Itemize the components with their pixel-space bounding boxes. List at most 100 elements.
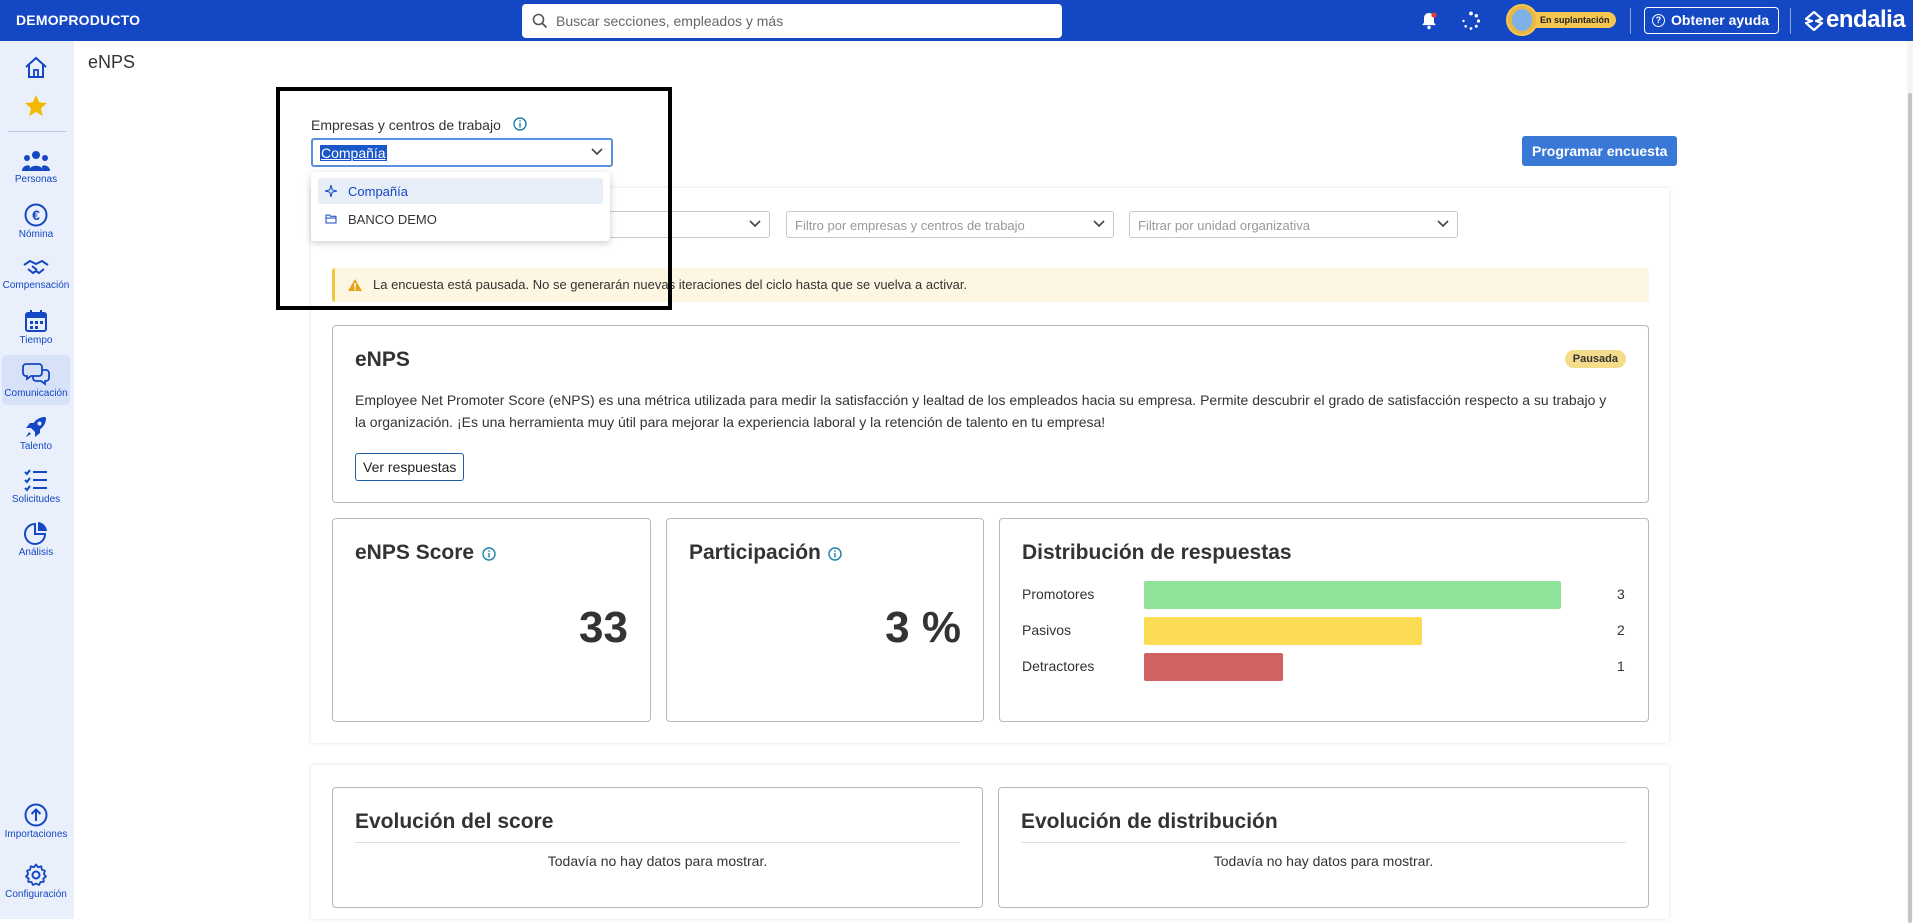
search-input[interactable]: [556, 8, 1046, 34]
euro-icon: €: [24, 203, 48, 227]
sidebar-item-importaciones[interactable]: Importaciones: [2, 796, 70, 846]
chevron-down-icon: [1093, 220, 1105, 228]
pie-chart-icon: [24, 522, 47, 545]
info-icon[interactable]: [828, 547, 842, 561]
distribution-evolution-title: Evolución de distribución: [1021, 810, 1278, 833]
filter-placeholder: Filtrar por unidad organizativa: [1138, 218, 1310, 233]
paused-alert: La encuesta está pausada. No se generará…: [332, 268, 1649, 302]
sidebar-item-configuracion[interactable]: Configuración: [2, 856, 70, 906]
scrollbar[interactable]: [1907, 41, 1913, 923]
enps-score-value: 33: [579, 603, 628, 652]
sidebar-item-compensacion[interactable]: Compensación: [2, 249, 70, 299]
sidebar-item-label: Comunicación: [4, 388, 68, 399]
folder-icon: [325, 214, 337, 224]
divider: [1021, 842, 1626, 843]
distribution-count: 1: [1617, 658, 1625, 674]
sidebar-item-label: Importaciones: [4, 829, 68, 840]
company-name: DEMOPRODUCTO: [16, 12, 141, 28]
sidebar-item-label: Análisis: [18, 547, 54, 558]
distribution-title: Distribución de respuestas: [1022, 541, 1292, 564]
score-evolution-card: Evolución del score Todavía no hay datos…: [332, 787, 983, 908]
company-selector-value[interactable]: Compañía: [320, 145, 387, 161]
bell-icon[interactable]: [1418, 10, 1440, 32]
sidebar-item-label: Nómina: [18, 229, 54, 240]
help-button[interactable]: ? Obtener ayuda: [1644, 7, 1780, 34]
chevron-down-icon: [591, 148, 603, 156]
sidebar-item-talento[interactable]: Talento: [2, 408, 70, 458]
sidebar-item-label: Personas: [14, 174, 58, 185]
company-option[interactable]: Compañía: [318, 178, 603, 204]
company-option[interactable]: BANCO DEMO: [318, 206, 603, 232]
sidebar-item-label: Configuración: [5, 889, 67, 900]
sidebar-item-label: Solicitudes: [11, 494, 61, 505]
top-bar: DEMOPRODUCTO En suplantación ? Obtener ay…: [0, 0, 1913, 41]
enps-card: eNPS Pausada Employee Net Promoter Score…: [332, 325, 1649, 503]
search-box[interactable]: [522, 4, 1062, 38]
sidebar: Personas € Nómina Compensación Tiempo Co…: [0, 41, 74, 919]
participation-card: Participación 3 %: [666, 518, 984, 722]
home-icon: [25, 56, 47, 78]
logo-text: endalia: [1826, 6, 1906, 33]
enps-card-title: eNPS: [355, 348, 410, 371]
alert-text: La encuesta está pausada. No se generará…: [373, 277, 968, 292]
score-evolution-title: Evolución del score: [355, 810, 554, 833]
endalia-logo-icon: [1804, 11, 1824, 31]
chat-icon: [22, 363, 50, 386]
impersonation-badge: En suplantación: [1536, 12, 1616, 28]
sidebar-item-nomina[interactable]: € Nómina: [2, 196, 70, 246]
sidebar-item-personas[interactable]: Personas: [2, 143, 70, 193]
option-label: Compañía: [348, 184, 408, 199]
help-button-label: Obtener ayuda: [1671, 12, 1770, 28]
schedule-survey-button[interactable]: Programar encuesta: [1522, 136, 1678, 166]
distribution-row: Promotores 3: [1022, 581, 1625, 609]
divider: [355, 842, 960, 843]
option-label: BANCO DEMO: [348, 212, 437, 227]
sidebar-item-label: Compensación: [2, 280, 70, 291]
scrollbar-thumb[interactable]: [1908, 93, 1912, 923]
enps-score-title: eNPS Score: [355, 541, 475, 564]
info-icon[interactable]: [482, 547, 496, 561]
upload-icon: [24, 803, 48, 827]
gear-icon: [25, 863, 47, 886]
search-icon: [532, 13, 548, 29]
org-unit-filter[interactable]: Filtrar por unidad organizativa: [1129, 211, 1458, 238]
page-title: eNPS: [88, 52, 136, 72]
distribution-count: 3: [1617, 586, 1625, 602]
company-center-filter[interactable]: Filtro por empresas y centros de trabajo: [786, 211, 1114, 238]
company-selector-label-text: Empresas y centros de trabajo: [311, 117, 501, 133]
sidebar-item-comunicacion[interactable]: Comunicación: [2, 355, 70, 405]
participation-title: Participación: [689, 541, 821, 564]
status-badge: Pausada: [1564, 350, 1626, 368]
distribution-row: Detractores 1: [1022, 653, 1625, 681]
company-selector-menu: Compañía BANCO DEMO: [311, 172, 610, 241]
sidebar-item-favorites[interactable]: [2, 87, 70, 137]
view-responses-button[interactable]: Ver respuestas: [355, 453, 465, 481]
empty-state-text: Todavía no hay datos para mostrar.: [547, 853, 768, 869]
calendar-icon: [25, 310, 47, 332]
people-icon: [22, 151, 50, 171]
sidebar-divider: [8, 131, 66, 132]
distribution-label: Detractores: [1022, 658, 1095, 674]
star-icon: [25, 95, 47, 116]
filter-placeholder: Filtro por empresas y centros de trabajo: [795, 218, 1025, 233]
loading-spinner-icon: [1462, 11, 1481, 30]
header-divider: [1790, 8, 1791, 34]
distribution-bar: [1144, 581, 1561, 609]
info-icon[interactable]: [513, 117, 527, 131]
empty-state-text: Todavía no hay datos para mostrar.: [1213, 853, 1434, 869]
company-selector[interactable]: Compañía: [311, 138, 613, 167]
distribution-row: Pasivos 2: [1022, 617, 1625, 645]
sidebar-item-solicitudes[interactable]: Solicitudes: [2, 461, 70, 511]
help-icon: ?: [1652, 14, 1665, 27]
checklist-icon: [24, 469, 47, 492]
avatar[interactable]: [1506, 4, 1538, 36]
sidebar-item-analisis[interactable]: Análisis: [2, 514, 70, 564]
warning-icon: [348, 279, 362, 291]
chevron-down-icon: [749, 220, 761, 228]
sidebar-item-tiempo[interactable]: Tiempo: [2, 302, 70, 352]
distribution-bar: [1144, 653, 1283, 681]
distribution-bar: [1144, 617, 1422, 645]
distribution-label: Promotores: [1022, 586, 1095, 602]
rocket-icon: [26, 417, 46, 437]
sidebar-item-label: Talento: [19, 441, 53, 452]
